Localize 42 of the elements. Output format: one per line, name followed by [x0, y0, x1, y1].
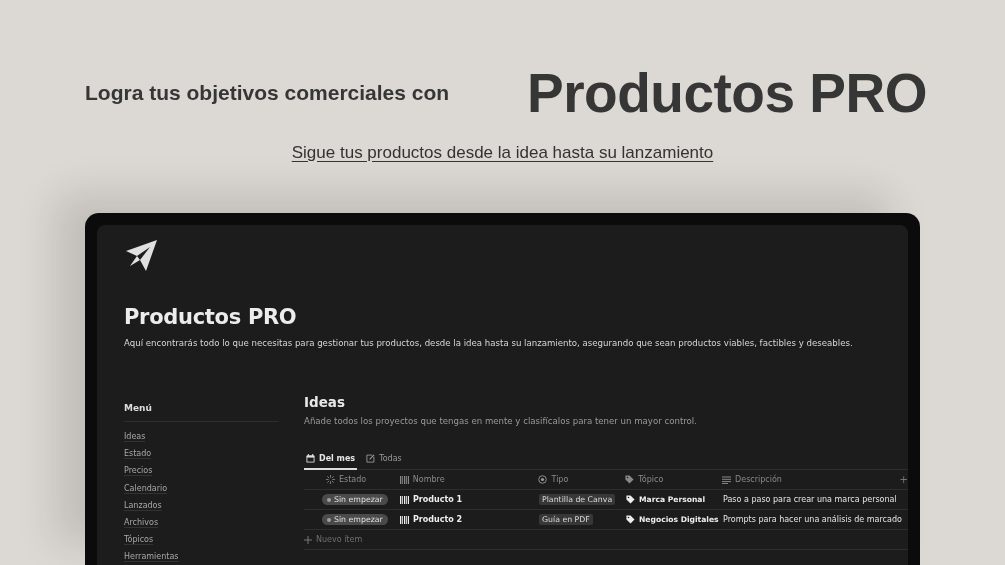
item-name[interactable]: Producto 1 [413, 495, 463, 504]
menu-link[interactable]: Calendario [124, 483, 168, 494]
column-header[interactable]: Tópico [625, 475, 723, 484]
column-header[interactable]: Tipo [538, 475, 626, 484]
edit-icon [366, 454, 376, 463]
plus-icon [304, 535, 312, 544]
section-title: Ideas [304, 394, 346, 410]
column-header[interactable]: Nombre [399, 475, 539, 484]
column-header[interactable]: Descripción [722, 475, 900, 484]
page-description: Aquí encontrarás todo lo que necesitas para gestionar tus productos, desde la idea hasta su lanzamiento, asegurando que sean productos viables, factibles y deseables. [124, 338, 854, 348]
loading-icon [326, 475, 335, 484]
tag-icon [626, 495, 635, 504]
item-name[interactable]: Producto 2 [413, 515, 463, 524]
table-cell: Paso a paso para crear una marca personal [723, 495, 897, 504]
menu-link[interactable]: Precios [124, 466, 153, 477]
barcode-icon [400, 515, 409, 524]
select-icon [538, 475, 548, 484]
table-cell: Prompts para hacer una análisis de marcado [723, 515, 902, 524]
tag-icon [626, 515, 635, 524]
view-tab[interactable]: Todas [364, 451, 404, 470]
view-tab[interactable]: Del mes [304, 451, 358, 470]
page-title: Productos PRO [124, 305, 298, 329]
tag-icon [625, 475, 635, 484]
menu-link[interactable]: Estado [124, 449, 152, 460]
barcode-icon [400, 495, 409, 504]
tagline: Logra tus objetivos comerciales con [85, 81, 451, 105]
section-description: Añade todos los proyectos que tengas en mente y clasifícalos para tener un mayor control. [304, 416, 698, 426]
calendar-icon [306, 454, 315, 463]
menu-link[interactable]: Ideas [124, 432, 146, 442]
menu-link[interactable]: Herramientas [124, 552, 179, 563]
column-header[interactable]: Estado [304, 475, 400, 484]
text-icon [722, 475, 732, 484]
menu-heading: Menú [124, 403, 279, 422]
paper-plane-icon [124, 239, 158, 273]
menu-link[interactable]: Tópicos [124, 535, 154, 546]
barcode-icon [399, 475, 409, 484]
add-column-button[interactable]: + [899, 474, 908, 485]
subtitle-link[interactable]: Sigue tus productos desde la idea hasta su lanzamiento [291, 143, 714, 163]
menu-link[interactable]: Lanzados [124, 500, 162, 511]
new-item-button[interactable]: Nuevo ítem [304, 535, 363, 544]
menu-link[interactable]: Archivos [124, 517, 159, 528]
hero-title: Productos PRO [527, 61, 927, 125]
